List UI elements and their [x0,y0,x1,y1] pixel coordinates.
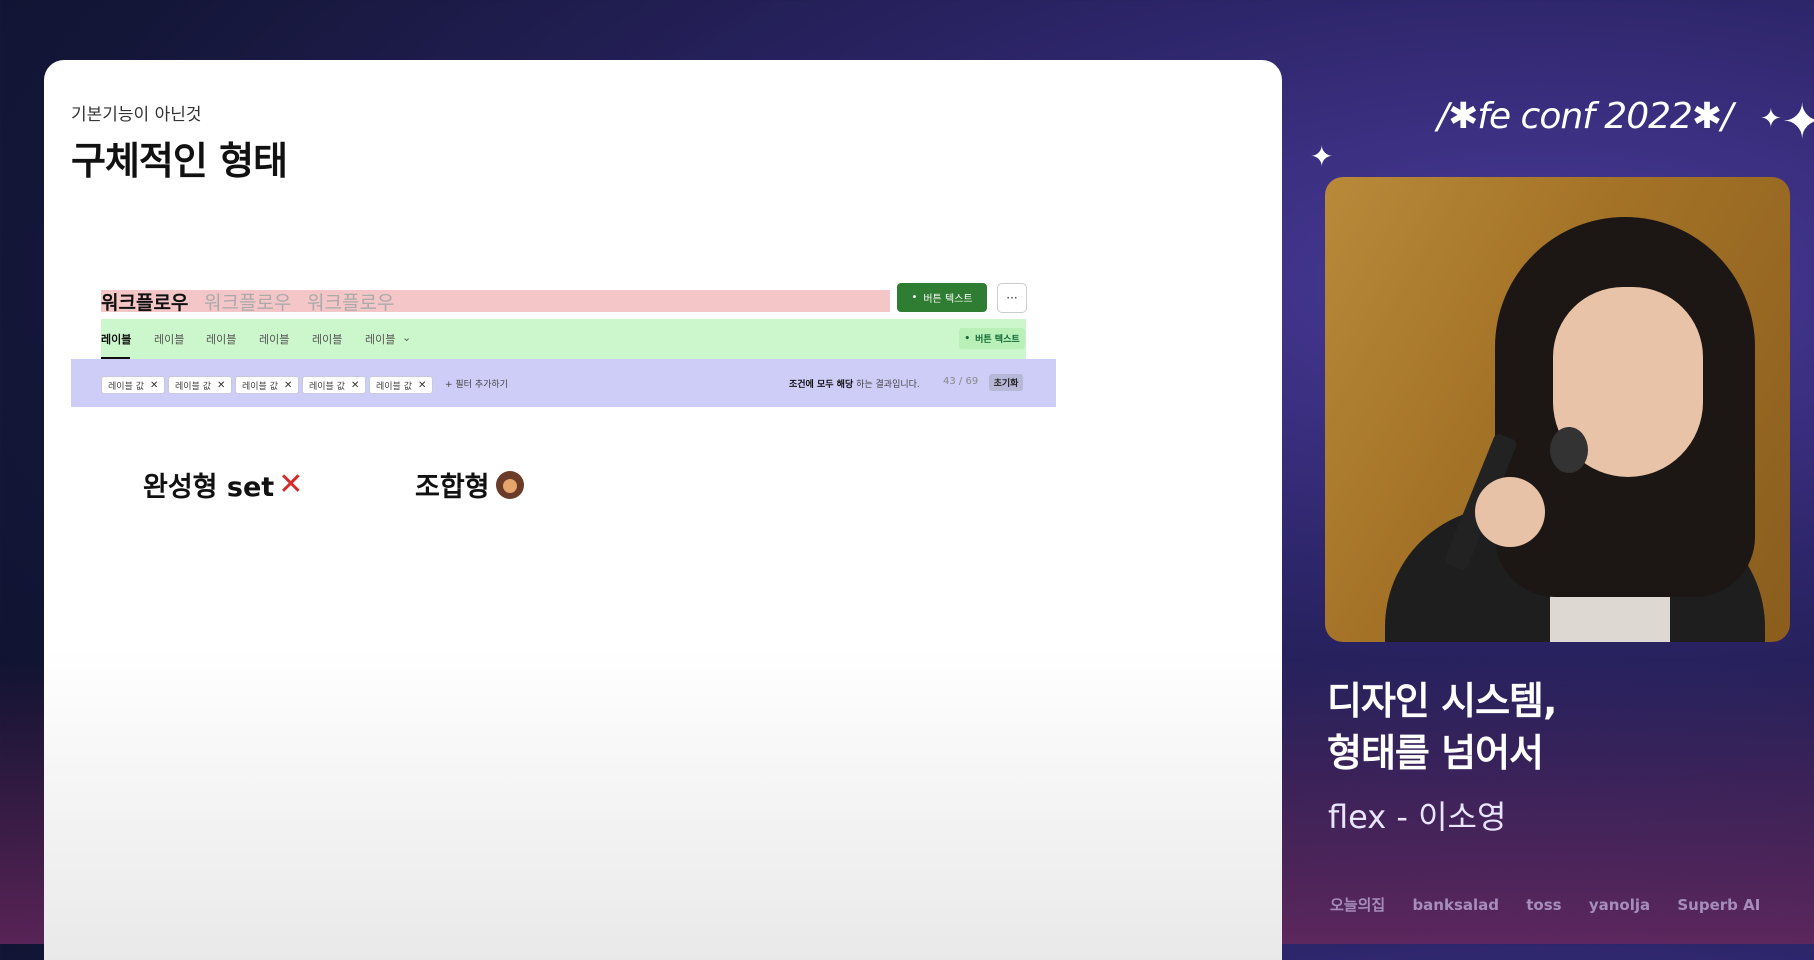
chip-label: 레이블 값 [376,381,412,392]
chip-label: 레이블 값 [242,381,278,392]
chip-label: 레이블 값 [175,381,211,392]
sparkle-icon: ✦ [1310,140,1334,173]
tab-label[interactable]: 레이블 [101,331,131,347]
sponsor-logos: 오늘의집 banksalad toss yanolja Superb AI [1330,894,1800,915]
talk-title-line: 디자인 시스템, [1327,679,1557,723]
tab-label[interactable]: 레이블 [365,331,395,347]
close-icon[interactable]: ✕ [284,380,292,391]
primary-button-label: 버튼 텍스트 [923,294,973,305]
sparkle-icon: ✦ [1782,94,1814,150]
presentation-slide: 기본기능이 아닌것 구체적인 형태 워크플로우 워크플로우 워크플로우 • 버튼… [44,60,1282,960]
complete-set-text: 완성형 set [143,472,275,503]
slide-title: 구체적인 형태 [71,139,288,183]
dot-icon: • [964,333,971,344]
chip-label: 레이블 값 [108,381,144,392]
dot-icon: • [911,292,918,303]
sponsor-logo: toss [1526,896,1562,914]
speaker-name: flex - 이소영 [1328,798,1507,836]
talk-title-line: 형태를 넘어서 [1327,731,1544,775]
combination-label: 조합형 [415,465,524,504]
tab-label[interactable]: 레이블 [259,331,289,347]
tab-label[interactable]: 레이블 [312,331,342,347]
talk-title: 디자인 시스템, 형태를 넘어서 [1327,675,1557,779]
person-emoji-icon [495,470,524,499]
combination-text: 조합형 [415,472,490,503]
sparkle-icon: ✦ [1760,104,1782,134]
cross-mark-icon: ✕ [278,467,304,502]
workflow-tab[interactable]: 워크플로우 [204,288,291,315]
result-count: 43 / 69 [943,376,979,387]
speaker-video [1325,177,1790,642]
secondary-button-label: 버튼 텍스트 [975,335,1020,345]
chevron-down-icon[interactable]: ⌄ [402,331,411,344]
filter-chip[interactable]: 레이블 값 ✕ [302,376,367,394]
filter-chip[interactable]: 레이블 값 ✕ [235,376,300,394]
more-button[interactable]: ··· [997,283,1027,313]
workflow-tab[interactable]: 워크플로우 [307,288,394,315]
add-filter-button[interactable]: + 필터 추가하기 [445,377,508,390]
secondary-button[interactable]: • 버튼 텍스트 [959,328,1025,349]
close-icon[interactable]: ✕ [351,380,359,391]
sponsor-logo: yanolja [1588,896,1651,914]
result-rest: 하는 결과입니다. [856,380,920,390]
sponsor-logo: Superb AI [1677,896,1761,914]
filter-chip[interactable]: 레이블 값 ✕ [168,376,233,394]
result-text: 조건에 모두 해당 하는 결과입니다. [789,377,920,390]
speaker-hand [1475,477,1545,547]
event-logo: /✱fe conf 2022✱/ [1437,96,1733,137]
microphone-head [1550,427,1588,473]
filter-chip[interactable]: 레이블 값 ✕ [101,376,166,394]
close-icon[interactable]: ✕ [150,380,158,391]
sponsor-logo: banksalad [1412,896,1500,914]
filter-bar: 레이블 값 ✕ 레이블 값 ✕ 레이블 값 ✕ 레이블 값 ✕ 레이블 값 ✕ + 필터 … [71,359,1056,407]
workflow-header-row: 워크플로우 워크플로우 워크플로우 • 버튼 텍스트 ··· [101,282,1027,320]
result-bold: 조건에 모두 해당 [789,380,854,390]
workflow-tab-active[interactable]: 워크플로우 [101,288,188,315]
primary-button[interactable]: • 버튼 텍스트 [897,283,987,312]
reset-button[interactable]: 초기화 [989,374,1023,391]
close-icon[interactable]: ✕ [418,380,426,391]
complete-set-label: 완성형 set ✕ [143,465,303,504]
tab-label[interactable]: 레이블 [154,331,184,347]
close-icon[interactable]: ✕ [217,380,225,391]
sponsor-logo: 오늘의집 [1330,896,1386,914]
chip-label: 레이블 값 [309,381,345,392]
filter-chip[interactable]: 레이블 값 ✕ [369,376,434,394]
tab-bar: 레이블 레이블 레이블 레이블 레이블 레이블 ⌄ • 버튼 텍스트 [101,319,1026,360]
slide-eyebrow: 기본기능이 아닌것 [71,105,202,125]
tab-label[interactable]: 레이블 [206,331,236,347]
